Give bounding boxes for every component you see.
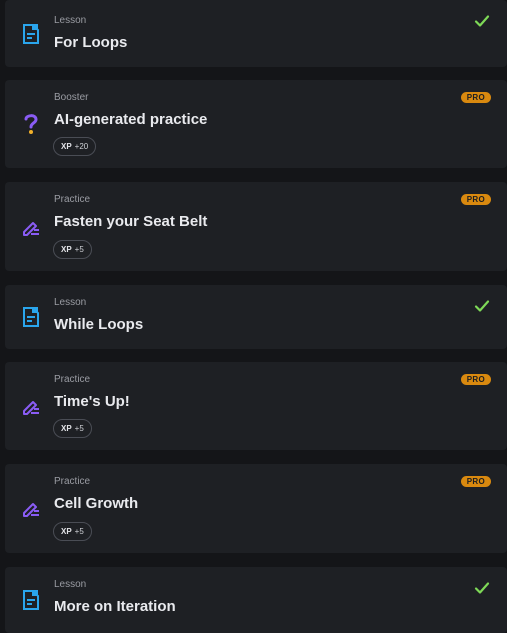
list-item-more-on-iteration[interactable]: Lesson More on Iteration	[5, 567, 507, 633]
item-category: Lesson	[54, 15, 87, 26]
xp-label: XP	[61, 142, 72, 151]
question-icon	[19, 112, 43, 136]
xp-label: XP	[61, 245, 72, 254]
practice-icon	[19, 216, 43, 240]
lesson-icon	[19, 588, 43, 612]
xp-reward-pill: XP +5	[53, 240, 92, 259]
checkmark-icon	[474, 300, 490, 312]
practice-icon	[19, 497, 43, 521]
item-category: Booster	[54, 92, 89, 103]
item-category: Practice	[54, 476, 91, 487]
xp-value: +20	[74, 142, 89, 151]
list-item-while-loops[interactable]: Lesson While Loops	[5, 285, 507, 349]
item-category: Practice	[54, 374, 91, 385]
pro-badge: PRO	[460, 194, 491, 205]
item-title: More on Iteration	[54, 598, 176, 615]
course-item-list: Lesson For Loops Booster AI-generated pr…	[0, 0, 507, 633]
item-category: Lesson	[54, 579, 87, 590]
pro-badge: PRO	[460, 476, 491, 487]
practice-icon	[19, 395, 43, 419]
list-item-for-loops[interactable]: Lesson For Loops	[5, 0, 507, 67]
item-title: AI-generated practice	[54, 111, 208, 128]
checkmark-icon	[474, 582, 490, 594]
xp-label: XP	[61, 424, 72, 433]
pro-badge: PRO	[460, 92, 491, 103]
list-item-cell-growth[interactable]: Practice Cell Growth XP +5 PRO	[5, 464, 507, 553]
xp-reward-pill: XP +5	[53, 419, 92, 438]
item-title: Time's Up!	[54, 393, 130, 410]
item-title: While Loops	[54, 316, 144, 333]
item-title: Cell Growth	[54, 495, 139, 512]
xp-reward-pill: XP +20	[53, 137, 97, 156]
xp-value: +5	[74, 424, 84, 433]
item-category: Lesson	[54, 297, 87, 308]
item-title: For Loops	[54, 34, 128, 51]
xp-value: +5	[74, 245, 84, 254]
list-item-times-up[interactable]: Practice Time's Up! XP +5 PRO	[5, 362, 507, 450]
pro-badge: PRO	[460, 374, 491, 385]
xp-value: +5	[74, 527, 84, 536]
xp-label: XP	[61, 527, 72, 536]
xp-reward-pill: XP +5	[53, 522, 92, 541]
item-category: Practice	[54, 194, 91, 205]
lesson-icon	[19, 22, 43, 46]
item-title: Fasten your Seat Belt	[54, 213, 208, 230]
list-item-ai-generated-practice[interactable]: Booster AI-generated practice XP +20 PRO	[5, 80, 507, 168]
list-item-fasten-your-seat-belt[interactable]: Practice Fasten your Seat Belt XP +5 PRO	[5, 182, 507, 271]
lesson-icon	[19, 305, 43, 329]
checkmark-icon	[474, 15, 490, 27]
